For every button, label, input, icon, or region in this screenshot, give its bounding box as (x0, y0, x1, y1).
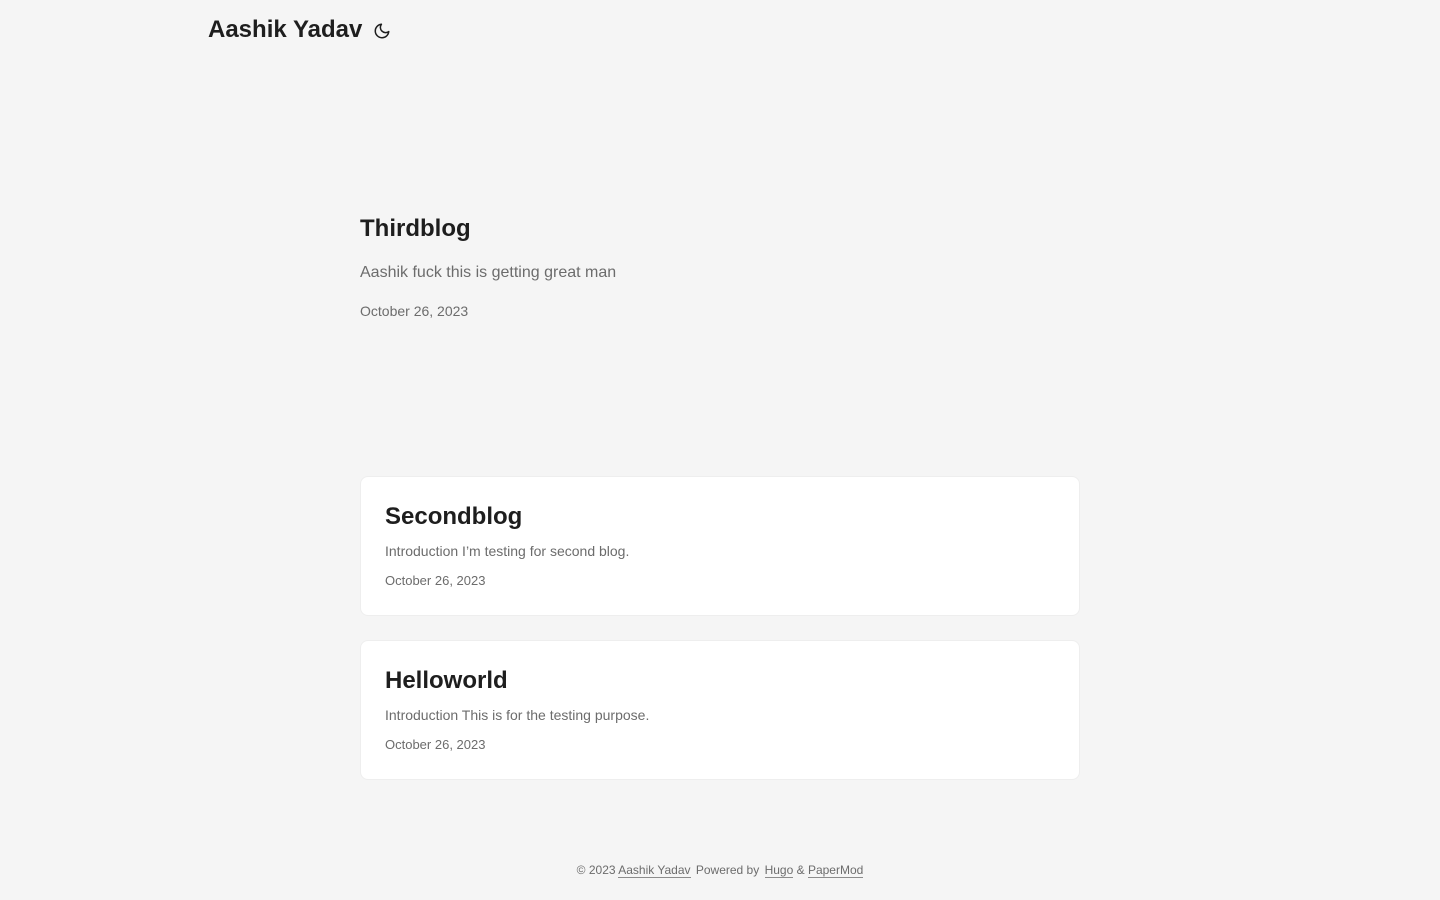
footer-powered-by: Powered by (695, 863, 760, 877)
post-card-helloworld[interactable]: Helloworld Introduction This is for the … (360, 640, 1080, 780)
post-card-secondblog[interactable]: Secondblog Introduction I’m testing for … (360, 476, 1080, 616)
first-entry-date: October 26, 2023 (360, 303, 469, 319)
post-date: October 26, 2023 (385, 573, 486, 588)
first-entry-summary: Aashik fuck this is getting great man (360, 264, 617, 281)
post-title[interactable]: Helloworld (385, 665, 508, 697)
footer-ampersand: & (796, 863, 805, 877)
post-title[interactable]: Secondblog (385, 501, 522, 533)
first-entry-title[interactable]: Thirdblog (360, 212, 1080, 246)
post-summary: Introduction This is for the testing pur… (385, 707, 650, 723)
post-summary: Introduction I’m testing for second blog… (385, 543, 630, 559)
site-logo[interactable]: Aashik Yadav (208, 14, 362, 46)
site-header: Aashik Yadav (208, 14, 392, 46)
site-footer: © 2023 Aashik Yadav Powered by Hugo & Pa… (0, 861, 1440, 879)
footer-hugo-link[interactable]: Hugo (764, 863, 794, 878)
footer-copyright: © 2023 (576, 863, 616, 877)
footer-papermod-link[interactable]: PaperMod (807, 863, 864, 878)
footer-author-link[interactable]: Aashik Yadav (618, 863, 691, 878)
post-date: October 26, 2023 (385, 737, 486, 752)
moon-icon[interactable] (372, 21, 392, 41)
first-entry[interactable]: Thirdblog Aashik fuck this is getting gr… (360, 212, 1080, 321)
